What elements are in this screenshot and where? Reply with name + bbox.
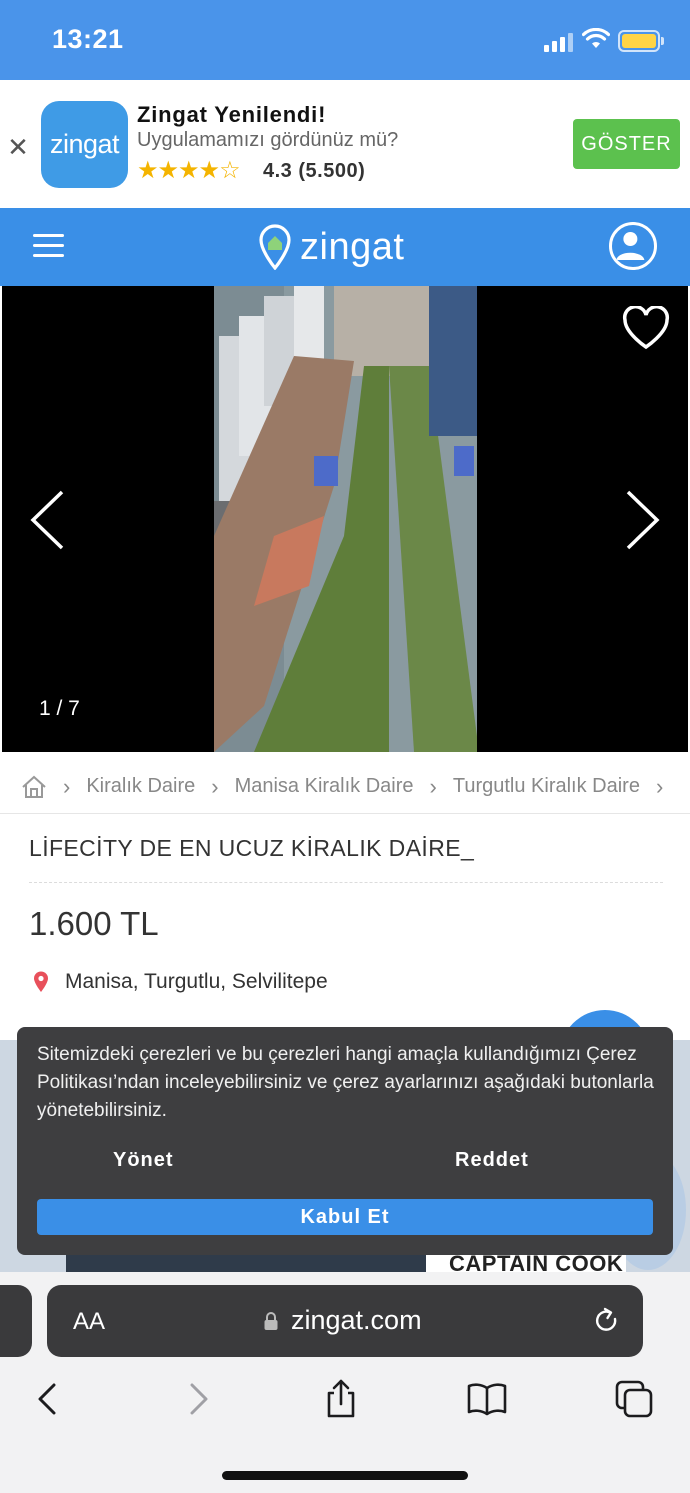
- site-logo[interactable]: zingat: [258, 222, 404, 272]
- divider: [29, 882, 663, 883]
- battery-icon: [618, 30, 660, 52]
- show-app-button[interactable]: GÖSTER: [573, 119, 680, 169]
- location-pin-icon: [34, 971, 48, 992]
- breadcrumb-item-kiralik-daire[interactable]: Kiralık Daire: [86, 775, 195, 798]
- cookie-accept-button[interactable]: Kabul Et: [37, 1199, 653, 1235]
- cookie-notice-text: Sitemizdeki çerezleri ve bu çerezleri ha…: [37, 1044, 654, 1121]
- status-time: 13:21: [52, 24, 124, 54]
- user-account-icon[interactable]: [609, 222, 657, 270]
- location-pin-logo-icon: [259, 224, 291, 270]
- listing-price: 1.600 TL: [29, 905, 159, 942]
- app-install-banner: ✕ zingat Zingat Yenilendi! Uygulamamızı …: [0, 80, 690, 208]
- breadcrumb: › Kiralık Daire › Manisa Kiralık Daire ›…: [0, 760, 690, 814]
- listing-photo[interactable]: [214, 286, 477, 752]
- breadcrumb-item-manisa[interactable]: Manisa Kiralık Daire: [235, 775, 414, 798]
- breadcrumb-separator-icon: ›: [655, 773, 664, 799]
- bookmarks-icon[interactable]: [467, 1379, 507, 1419]
- breadcrumb-separator-icon: ›: [63, 773, 71, 799]
- favorite-heart-icon[interactable]: [622, 306, 670, 350]
- breadcrumb-separator-icon: ›: [429, 773, 437, 799]
- cellular-signal-icon: [544, 32, 574, 52]
- previous-tab-preview[interactable]: [0, 1285, 32, 1357]
- site-model-photo-image: [214, 286, 477, 752]
- logo-text: zingat: [300, 225, 405, 268]
- banner-rating: 4.3 (5.500): [263, 160, 366, 182]
- reload-icon[interactable]: [593, 1307, 621, 1335]
- home-icon[interactable]: [21, 775, 47, 799]
- back-icon[interactable]: [28, 1379, 68, 1419]
- address-bar[interactable]: AA zingat.com: [47, 1285, 643, 1357]
- banner-subtitle: Uygulamamızı gördünüz mü?: [137, 129, 399, 151]
- cookie-manage-button[interactable]: Yönet: [113, 1149, 174, 1172]
- chevron-left-icon[interactable]: [28, 489, 66, 551]
- breadcrumb-item-turgutlu[interactable]: Turgutlu Kiralık Daire: [453, 775, 640, 798]
- app-icon: zingat: [41, 101, 128, 188]
- listing-title: LİFECİTY DE EN UCUZ KİRALIK DAİRE_: [29, 835, 475, 861]
- url-text: zingat.com: [291, 1305, 422, 1335]
- tabs-icon[interactable]: [614, 1379, 654, 1419]
- breadcrumb-separator-icon: ›: [211, 773, 219, 799]
- text-size-button[interactable]: AA: [73, 1308, 105, 1336]
- rating-stars-icon: ★★★★☆: [137, 157, 241, 184]
- forward-icon[interactable]: [178, 1379, 218, 1419]
- share-icon[interactable]: [321, 1379, 361, 1419]
- listing-location: Manisa, Turgutlu, Selvilitepe: [65, 970, 328, 993]
- home-indicator: [222, 1471, 468, 1480]
- photo-gallery[interactable]: 1 / 7: [2, 286, 688, 752]
- photo-counter: 1 / 7: [39, 697, 80, 720]
- status-bar: 13:21: [0, 0, 690, 80]
- banner-title: Zingat Yenilendi!: [137, 102, 327, 127]
- hamburger-menu-icon[interactable]: [33, 234, 64, 258]
- banner-close-button[interactable]: ✕: [6, 132, 30, 163]
- lock-icon: [264, 1312, 278, 1330]
- cookie-reject-button[interactable]: Reddet: [455, 1149, 529, 1172]
- browser-toolbar: AA zingat.com: [0, 1272, 690, 1493]
- wifi-icon: [582, 28, 610, 48]
- chevron-right-icon[interactable]: [624, 489, 662, 551]
- cookie-consent-panel: Sitemizdeki çerezleri ve bu çerezleri ha…: [17, 1027, 673, 1255]
- site-header: zingat: [0, 208, 690, 286]
